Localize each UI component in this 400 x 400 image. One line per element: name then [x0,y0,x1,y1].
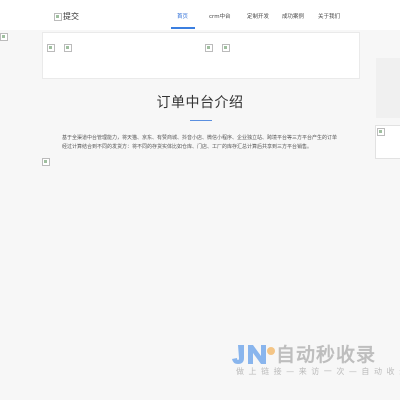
watermark-slogan: 做 上 链 接 — 来 访 一 次 — 自 动 收 录 [236,367,400,376]
nav-custom-dev[interactable]: 定制开发 [247,12,269,20]
main-nav: 首页 crm中台 定制开发 成功案例 关于我们 [0,12,400,30]
jn-logo-icon [232,344,275,364]
nav-about[interactable]: 关于我们 [318,12,340,20]
broken-image-icon [222,44,230,52]
broken-image-icon [377,128,385,136]
top-navbar: 提交 首页 crm中台 定制开发 成功案例 关于我们 [0,0,400,30]
broken-image-icon [0,33,8,41]
section-description: 基于全渠道中台管理能力，将天猫、京东、有赞商城、抖音小店、微信小程序、企业独立站… [62,135,338,150]
active-nav-indicator [171,27,195,29]
broken-image-icon [205,44,213,52]
banner-image-strip [42,32,360,79]
section-title: 订单中台介绍 [156,95,244,111]
nav-cases[interactable]: 成功案例 [282,12,304,20]
broken-image-icon [42,158,50,166]
watermark-brand-text: 自动秒收录 [276,344,377,366]
nav-home[interactable]: 首页 [177,12,188,20]
watermark-logo: 自动秒收录 [230,340,376,367]
floating-side-card[interactable] [375,125,400,159]
broken-image-icon [47,44,55,52]
title-underline [190,120,212,121]
nav-crm[interactable]: crm中台 [209,12,231,20]
broken-image-icon [64,44,72,52]
